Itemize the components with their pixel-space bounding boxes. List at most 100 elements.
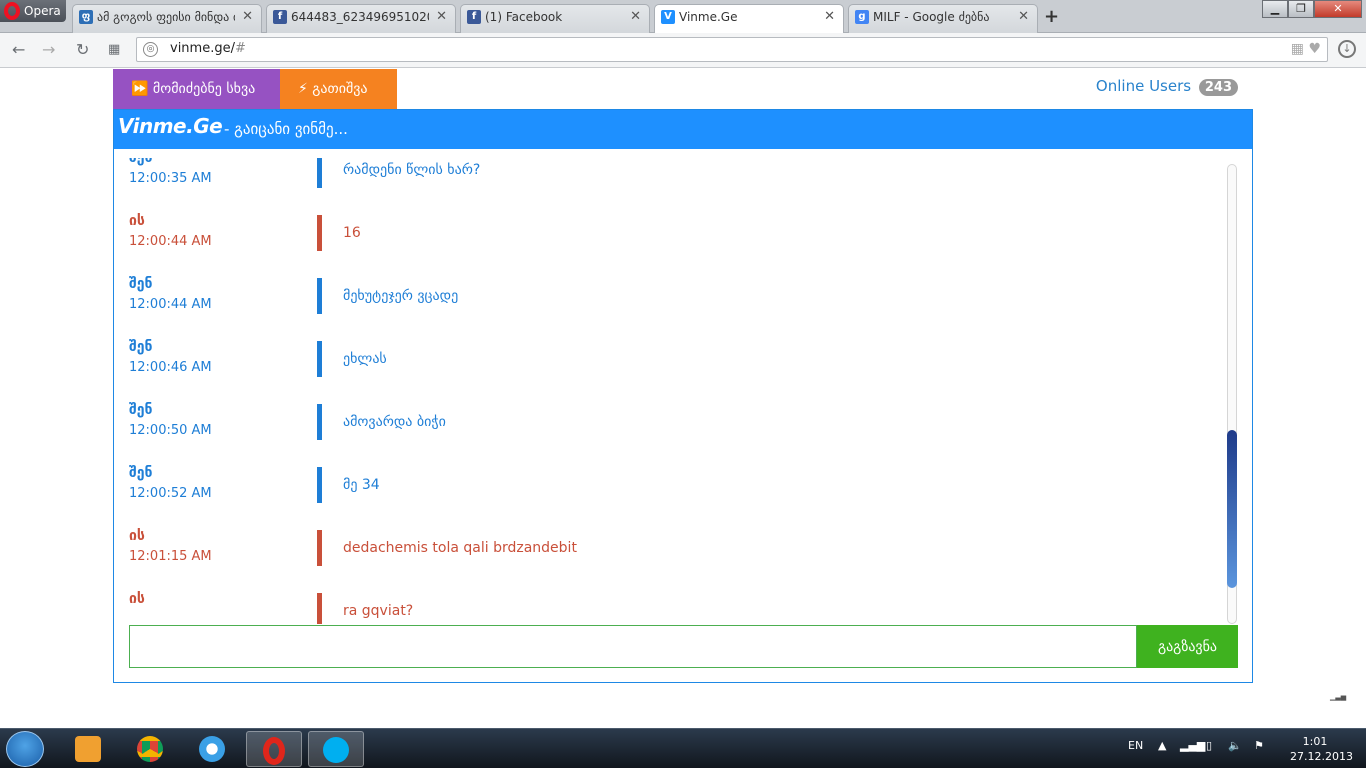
- message-time: 12:01:15 AM: [129, 549, 212, 564]
- action-center-flag-icon[interactable]: ⚑: [1254, 739, 1264, 752]
- tab-4[interactable]: g MILF - Google ძებნა ✕: [848, 4, 1038, 33]
- device-icon[interactable]: ▯: [1206, 739, 1212, 752]
- clock-time: 1:01: [1302, 735, 1328, 748]
- vinme-logo[interactable]: Vinme.Ge: [118, 114, 223, 138]
- network-icon[interactable]: ▂▄▆: [1180, 739, 1205, 752]
- message-author: ის: [129, 591, 145, 607]
- message-author: შენ: [129, 339, 153, 355]
- close-window-icon[interactable]: ✕: [1314, 0, 1362, 18]
- tab-label: 644483_623496951020618_: [291, 10, 429, 24]
- speed-dial-grid-icon[interactable]: ▦: [108, 42, 120, 57]
- tab-close-icon[interactable]: ✕: [436, 5, 447, 29]
- maximize-icon[interactable]: ❐: [1288, 0, 1314, 18]
- opera-menu-label: Opera: [24, 4, 61, 18]
- message-bar: [317, 593, 322, 624]
- taskbar: EN ▲ ▂▄▆ ▯ 🔈 ⚑ 1:01 27.12.2013: [0, 728, 1366, 768]
- tab-2[interactable]: f (1) Facebook ✕: [460, 4, 650, 33]
- message-bar: [317, 278, 322, 314]
- clock[interactable]: 1:01 27.12.2013: [1290, 734, 1353, 764]
- opera-taskbar-icon[interactable]: [246, 731, 302, 767]
- new-tab-icon[interactable]: +: [1044, 6, 1059, 27]
- message-text: dedachemis tola qali brdzandebit: [343, 540, 577, 556]
- itunes-icon[interactable]: [184, 731, 240, 767]
- tab-close-icon[interactable]: ✕: [824, 5, 835, 29]
- compose-row: გაგზავნა: [129, 625, 1238, 668]
- page: ⏩ მომიძებნე სხვა ⚡ გათიშვა Online Users …: [0, 69, 1366, 728]
- signal-icon: ▁▃▅: [1330, 693, 1347, 701]
- message-author: შენ: [129, 158, 153, 166]
- message-author: შენ: [129, 402, 153, 418]
- disconnect-button[interactable]: ⚡ გათიშვა: [280, 69, 397, 109]
- message-text: მე 34: [343, 477, 380, 493]
- tab-label: MILF - Google ძებნა: [873, 10, 990, 24]
- message-author: ის: [129, 528, 145, 544]
- minimize-icon[interactable]: ▁: [1262, 0, 1288, 18]
- message-bar: [317, 215, 322, 251]
- message-time: 12:00:35 AM: [129, 171, 212, 186]
- clock-date: 27.12.2013: [1290, 750, 1353, 763]
- site-info-icon[interactable]: ◎: [143, 42, 158, 57]
- message-row: შენ 12:00:52 AM მე 34: [114, 465, 1214, 528]
- tab-label: (1) Facebook: [485, 10, 563, 24]
- online-users: Online Users 243: [1096, 77, 1238, 96]
- message-row: შენ 12:00:44 AM მეხუტეჯერ ვცადე: [114, 276, 1214, 339]
- message-row: ის ra gqviat?: [114, 591, 1214, 624]
- message-bar: [317, 341, 322, 377]
- message-text: ეხლას: [343, 351, 387, 367]
- tab-0[interactable]: ფ ამ გოგოს ფეისი მინდა თ ✕: [72, 4, 262, 33]
- scrollbar-thumb[interactable]: [1227, 430, 1237, 588]
- find-next-label: მომიძებნე სხვა: [152, 81, 256, 97]
- message-input[interactable]: [129, 625, 1137, 668]
- tab-close-icon[interactable]: ✕: [630, 5, 641, 29]
- message-author: შენ: [129, 465, 153, 481]
- chrome-icon[interactable]: [122, 731, 178, 767]
- google-icon: g: [855, 10, 869, 24]
- tab-label: ამ გოგოს ფეისი მინდა თ: [97, 10, 235, 24]
- volume-icon[interactable]: 🔈: [1228, 739, 1242, 752]
- tagline: - გაიცანი ვინმე...: [224, 120, 348, 138]
- tab-close-icon[interactable]: ✕: [1018, 5, 1029, 29]
- facebook-icon: f: [467, 10, 481, 24]
- facebook-icon: f: [273, 10, 287, 24]
- disconnect-label: გათიშვა: [312, 81, 368, 97]
- download-icon[interactable]: ↓: [1338, 40, 1356, 58]
- tab-1[interactable]: f 644483_623496951020618_ ✕: [266, 4, 456, 33]
- message-row: ის 12:00:44 AM 16: [114, 213, 1214, 276]
- opera-menu-button[interactable]: Opera: [0, 0, 66, 22]
- opera-logo-icon: [4, 2, 20, 20]
- start-button[interactable]: [6, 731, 44, 767]
- message-text: ra gqviat?: [343, 603, 414, 619]
- message-row: შენ 12:00:50 AM ამოვარდა ბიჭი: [114, 402, 1214, 465]
- vinme-icon: V: [661, 10, 675, 24]
- message-time: 12:00:52 AM: [129, 486, 212, 501]
- find-next-button[interactable]: ⏩ მომიძებნე სხვა: [113, 69, 280, 109]
- message-row: ის 12:01:15 AM dedachemis tola qali brdz…: [114, 528, 1214, 591]
- language-indicator[interactable]: EN: [1128, 739, 1143, 752]
- message-row: შენ 12:00:46 AM ეხლას: [114, 339, 1214, 402]
- message-time: 12:00:44 AM: [129, 234, 212, 249]
- message-text: მეხუტეჯერ ვცადე: [343, 288, 459, 304]
- chat-box: Vinme.Ge - გაიცანი ვინმე... შენ 12:00:35…: [113, 109, 1253, 683]
- tab-3[interactable]: V Vinme.Ge ✕: [654, 4, 844, 34]
- tray-expand-icon[interactable]: ▲: [1158, 739, 1166, 752]
- message-text: ამოვარდა ბიჭი: [343, 414, 446, 430]
- message-time: 12:00:46 AM: [129, 360, 212, 375]
- chat-header: Vinme.Ge - გაიცანი ვინმე...: [114, 110, 1252, 149]
- reload-icon[interactable]: ↻: [76, 40, 89, 59]
- send-button[interactable]: გაგზავნა: [1137, 625, 1238, 668]
- url-field[interactable]: ◎ vinme.ge/# ▦ ♥: [136, 37, 1328, 62]
- media-player-icon[interactable]: [60, 731, 116, 767]
- stash-heart-icon[interactable]: ▦ ♥: [1291, 41, 1321, 57]
- online-users-count: 243: [1198, 79, 1238, 96]
- message-row: შენ 12:00:35 AM რამდენი წლის ხარ?: [114, 158, 1214, 213]
- tab-close-icon[interactable]: ✕: [242, 5, 253, 29]
- message-time: 12:00:50 AM: [129, 423, 212, 438]
- skype-icon[interactable]: [308, 731, 364, 767]
- message-scrollbar[interactable]: [1227, 164, 1237, 624]
- message-list[interactable]: შენ 12:00:35 AM რამდენი წლის ხარ? ის 12:…: [114, 158, 1252, 624]
- message-author: ის: [129, 213, 145, 229]
- back-icon[interactable]: ←: [12, 40, 25, 59]
- browser-tabbar: Opera ფ ამ გოგოს ფეისი მინდა თ ✕ f 64448…: [0, 0, 1366, 34]
- message-text: რამდენი წლის ხარ?: [343, 162, 481, 178]
- forward-icon[interactable]: →: [42, 40, 55, 59]
